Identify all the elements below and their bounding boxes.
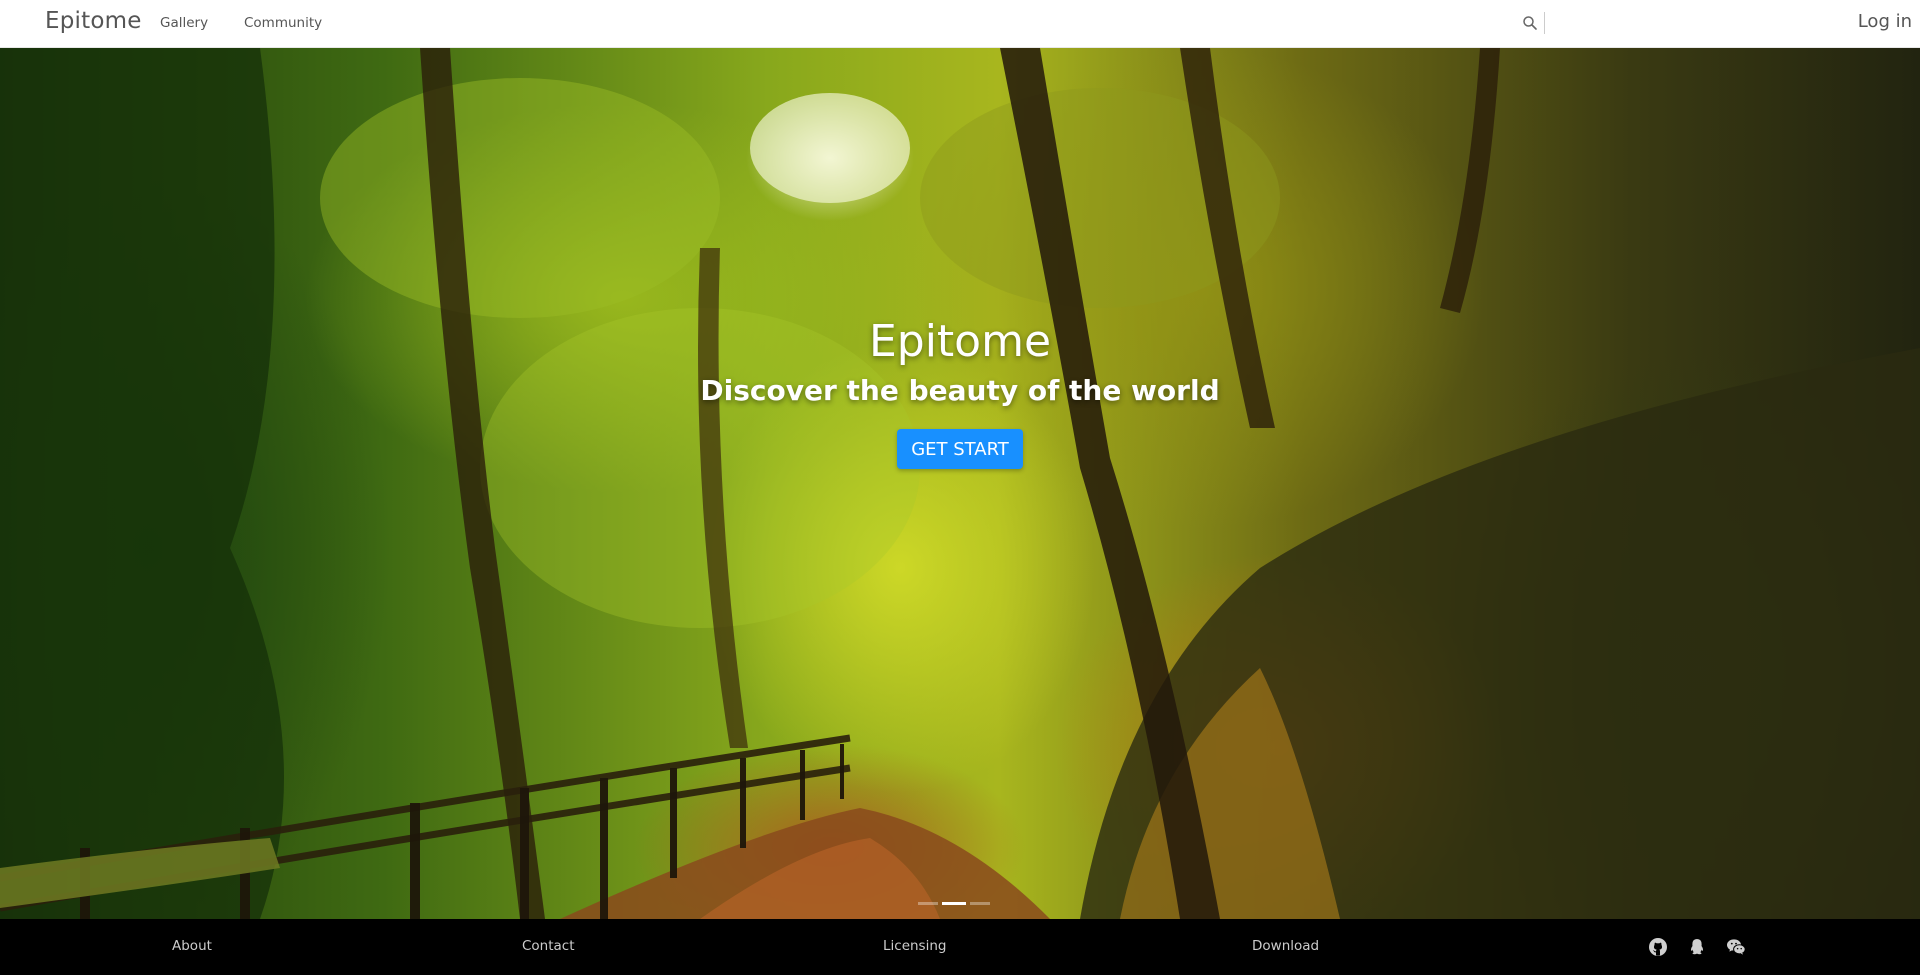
carousel-dot[interactable] — [918, 902, 938, 905]
footer: About Contact Licensing Download — [0, 919, 1920, 975]
github-icon[interactable] — [1648, 937, 1668, 957]
get-start-button[interactable]: GET START — [897, 429, 1023, 469]
footer-contact-link[interactable]: Contact — [522, 938, 575, 954]
qq-icon[interactable] — [1687, 937, 1707, 957]
hero-content: Epitome Discover the beauty of the world… — [0, 48, 1920, 919]
hero-subtitle: Discover the beauty of the world — [700, 374, 1220, 407]
search-input[interactable] — [1544, 12, 1744, 34]
login-link[interactable]: Log in — [1858, 11, 1912, 32]
footer-licensing-link[interactable]: Licensing — [883, 938, 946, 954]
carousel-indicators — [918, 902, 990, 905]
footer-about-link[interactable]: About — [172, 938, 212, 954]
carousel-dot-active[interactable] — [942, 902, 966, 905]
footer-download-link[interactable]: Download — [1252, 938, 1319, 954]
top-nav-bar: Epitome Gallery Community Log in — [0, 0, 1920, 48]
nav-gallery-link[interactable]: Gallery — [160, 15, 208, 31]
nav-community-link[interactable]: Community — [244, 15, 322, 31]
search-box — [1522, 12, 1744, 34]
hero-title: Epitome — [868, 316, 1052, 367]
search-icon[interactable] — [1522, 15, 1538, 31]
carousel-dot[interactable] — [970, 902, 990, 905]
brand-logo[interactable]: Epitome — [45, 8, 142, 34]
wechat-icon[interactable] — [1726, 937, 1746, 957]
hero-carousel: Epitome Discover the beauty of the world… — [0, 48, 1920, 919]
